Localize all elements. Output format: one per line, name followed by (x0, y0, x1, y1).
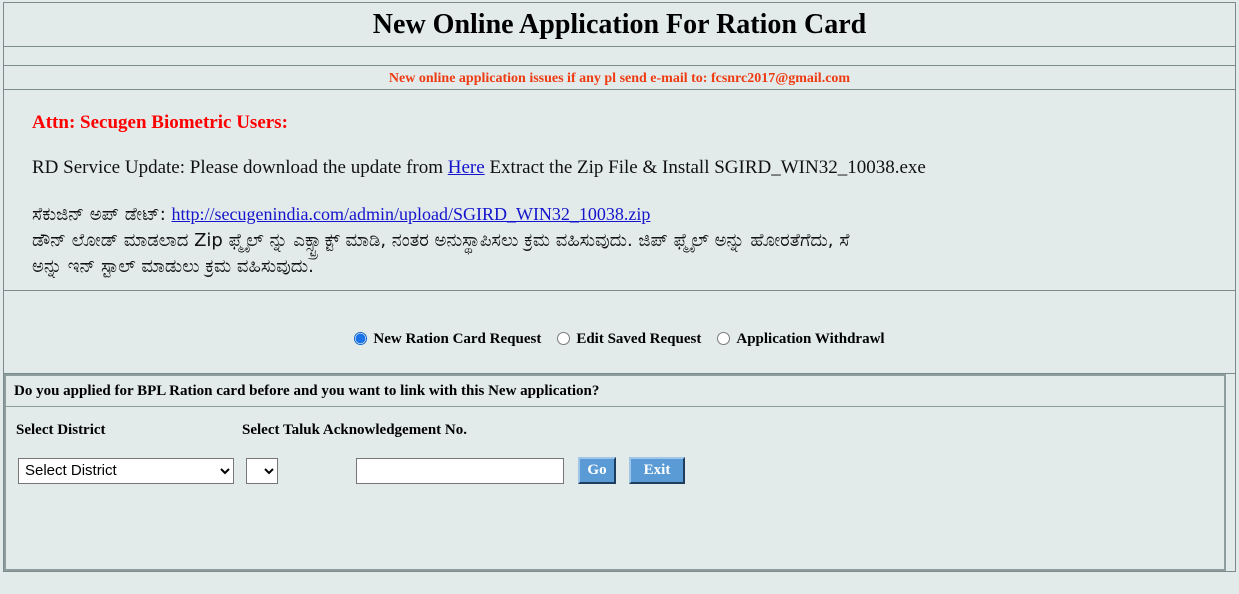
radio-icon-application-withdrawl[interactable] (717, 332, 731, 346)
form-control-row: Select District Go Exit (6, 457, 1224, 497)
request-type-radio-group: New Ration Card Request Edit Saved Reque… (4, 316, 1235, 348)
page-title: New Online Application For Ration Card (372, 8, 867, 40)
radio-label-edit-saved-request: Edit Saved Request (576, 331, 702, 348)
title-cell: New Online Application For Ration Card (3, 2, 1236, 47)
here-link[interactable]: Here (448, 157, 485, 178)
label-select-district: Select District (16, 422, 106, 438)
spacer-row-top (3, 46, 1236, 66)
request-type-row: New Ration Card Request Edit Saved Reque… (3, 290, 1236, 374)
form-label-row: Select District Select Taluk Acknowledge… (6, 421, 1224, 457)
exit-button[interactable]: Exit (629, 457, 685, 484)
bpl-question-text: Do you applied for BPL Ration card befor… (14, 383, 600, 399)
kannada-line-3: ಅನ್ನು ಇನ್ ಸ್ಟಾಲ್ ಮಾಡುಲು ಕ್ರಮ ವಹಿಸುವುದು. (32, 256, 314, 278)
bpl-question-row: Do you applied for BPL Ration card befor… (4, 374, 1226, 407)
ration-card-page: New Online Application For Ration Card N… (0, 0, 1239, 594)
radio-option-new-ration-card-request[interactable]: New Ration Card Request (354, 330, 541, 348)
bpl-question-cell: Do you applied for BPL Ration card befor… (4, 374, 1226, 407)
kannada-line-1: ಸೆಕುಜಿನ್ ಅಪ್ ಡೇಟ್: http://secugenindia.c… (32, 201, 1239, 228)
rd-service-line: RD Service Update: Please download the u… (32, 157, 1239, 179)
radio-label-application-withdrawl: Application Withdrawl (736, 331, 885, 348)
bpl-form-body: Select District Select Taluk Acknowledge… (6, 407, 1224, 497)
secugen-cell: Attn: Secugen Biometric Users: RD Servic… (3, 89, 1239, 291)
bpl-form-row: Select District Select Taluk Acknowledge… (4, 406, 1226, 571)
kannada-url-label: ಸೆಕುಜಿನ್ ಅಪ್ ಡೇಟ್: (32, 204, 172, 226)
kannada-line-2: ಡೌನ್ ಲೋಡ್ ಮಾಡಲಾದ Zip ಫ್ಮೈಲ್ ನ್ನು ಎಕ್ಸ್ಟ್… (32, 230, 850, 252)
radio-option-application-withdrawl[interactable]: Application Withdrawl (717, 330, 885, 348)
spacer-cell-top (3, 46, 1236, 66)
bpl-form-cell: Select District Select Taluk Acknowledge… (4, 406, 1226, 571)
attn-heading: Attn: Secugen Biometric Users: (32, 112, 288, 134)
radio-label-new-ration-card-request: New Ration Card Request (373, 331, 542, 348)
notice-cell: New online application issues if any pl … (3, 65, 1236, 90)
label-select-taluk-ack-no: Select Taluk Acknowledgement No. (242, 422, 468, 438)
rd-prefix-text: RD Service Update: Please download the u… (32, 157, 448, 179)
radio-icon-new-ration-card-request[interactable] (354, 332, 368, 346)
acknowledgement-number-input[interactable] (356, 457, 564, 484)
bpl-panel-row: Do you applied for BPL Ration card befor… (3, 373, 1236, 572)
title-row: New Online Application For Ration Card (3, 2, 1236, 47)
main-layout-table: New Online Application For Ration Card N… (3, 2, 1236, 572)
secugen-row: Attn: Secugen Biometric Users: RD Servic… (3, 89, 1239, 291)
email-notice-text: New online application issues if any pl … (388, 70, 851, 86)
radio-icon-edit-saved-request[interactable] (557, 332, 571, 346)
request-type-cell: New Ration Card Request Edit Saved Reque… (3, 290, 1236, 374)
secugen-block: Attn: Secugen Biometric Users: RD Servic… (4, 99, 1239, 280)
go-button[interactable]: Go (578, 457, 616, 484)
secugen-zip-link[interactable]: http://secugenindia.com/admin/upload/SGI… (172, 204, 651, 224)
bpl-panel-cell: Do you applied for BPL Ration card befor… (3, 373, 1236, 572)
kannada-instructions: ಸೆಕುಜಿನ್ ಅಪ್ ಡೇಟ್: http://secugenindia.c… (32, 201, 1239, 280)
rd-suffix-text: Extract the Zip File & Install SGIRD_WIN… (484, 157, 926, 179)
taluk-select[interactable] (246, 457, 278, 484)
district-select[interactable]: Select District (18, 457, 234, 484)
radio-option-edit-saved-request[interactable]: Edit Saved Request (557, 330, 701, 348)
bpl-link-table: Do you applied for BPL Ration card befor… (4, 374, 1226, 571)
notice-row: New online application issues if any pl … (3, 65, 1236, 90)
